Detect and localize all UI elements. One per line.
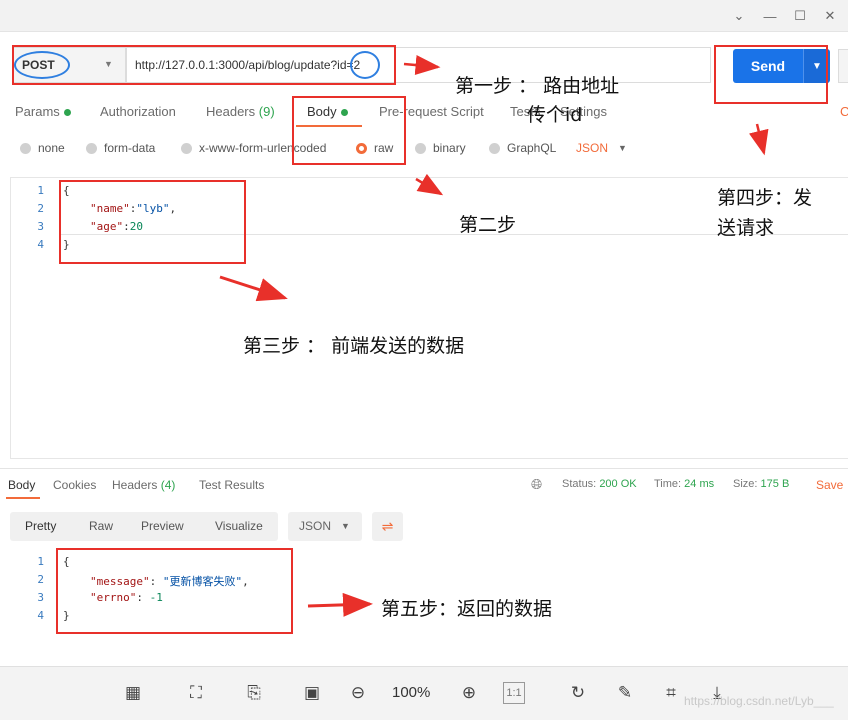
crop-icon[interactable]: ⌗ [658,680,684,706]
fit-icon[interactable]: ⛶ [183,680,209,706]
zoom-in-icon[interactable]: ⊕ [456,680,482,706]
annotation-step4-line2: 送请求 [717,217,775,239]
edit-icon[interactable]: ✎ [612,680,638,706]
watermark: https://blog.csdn.net/Lyb___ [684,694,834,708]
zoom-out-icon[interactable]: ⊖ [345,680,371,706]
arrow-step1 [403,55,441,75]
rotate-icon[interactable]: ↻ [565,680,591,706]
annotation-step2: 第二步 [459,214,517,236]
annotation-step3: 第三步 ： 前端发送的数据 [243,335,465,357]
annotation-step1: 第一步 ： 路由地址 [455,75,620,97]
annotation-step4: 第四步：发 [717,187,813,209]
actual-size-icon[interactable]: 1:1 [503,682,525,704]
ocr-icon[interactable]: ⎘ [241,680,267,706]
grid-icon[interactable]: ▦ [120,680,146,706]
annotation-step5: 第五步：返回的数据 [381,598,553,620]
annotation-step1-line2: 传个id [527,104,583,126]
arrow-step2 [415,173,444,196]
arrow-step4 [748,123,769,156]
arrow-step5 [307,592,373,617]
zoom-level: 100% [392,684,431,701]
arrow-step3 [219,275,288,302]
crop-frame-icon[interactable]: ▣ [299,680,325,706]
